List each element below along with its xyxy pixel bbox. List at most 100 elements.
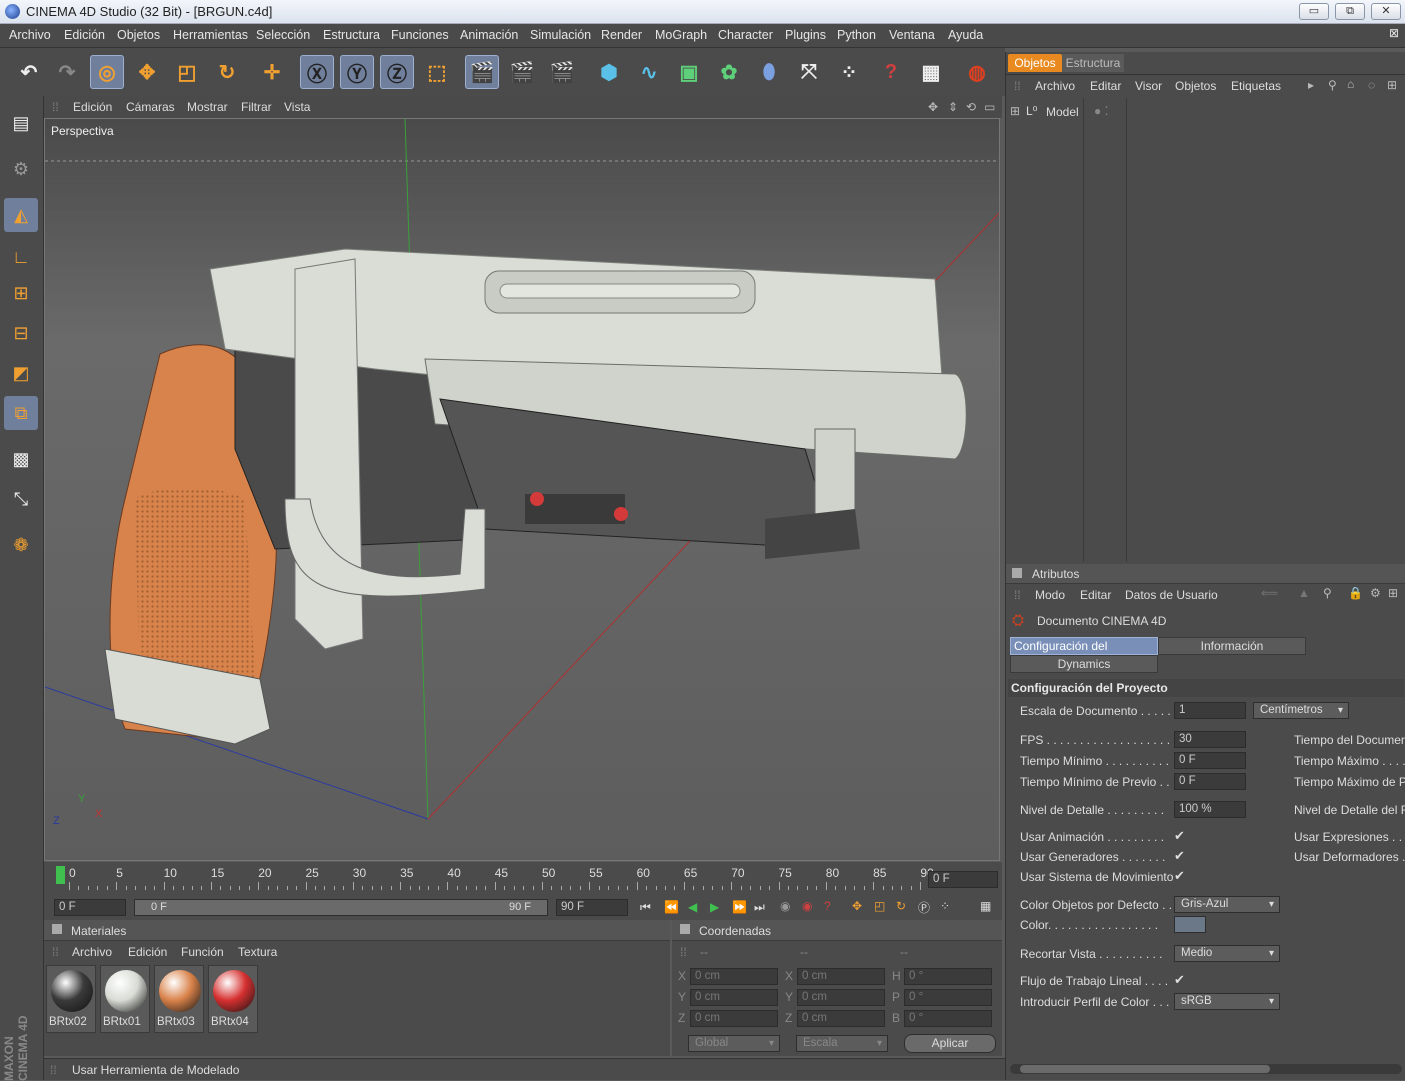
tab-configuracion[interactable]: Configuración del Proyecto xyxy=(1010,637,1158,669)
menu-edicion[interactable]: Edición xyxy=(64,28,105,42)
attr-menu-datos[interactable]: Datos de Usuario xyxy=(1125,588,1218,602)
polygons-mode-icon[interactable]: ◩ xyxy=(4,356,38,390)
scale-icon[interactable]: ◰ xyxy=(170,55,204,89)
key-pla-icon[interactable]: ⁘ xyxy=(940,899,950,913)
render-settings-icon[interactable]: 🎬 xyxy=(545,55,579,89)
tab-dynamics[interactable]: Dynamics xyxy=(1010,655,1158,673)
attr-settings-icon[interactable]: ⚙ xyxy=(1370,586,1381,600)
minimize-button[interactable]: ▭ xyxy=(1299,3,1329,20)
attributes-scroll-thumb[interactable] xyxy=(1020,1065,1270,1073)
deformer-icon[interactable]: ⬮ xyxy=(752,55,786,89)
linear-flow-checkbox[interactable]: ✔ xyxy=(1174,972,1185,988)
restore-button[interactable]: ⧉ xyxy=(1335,3,1365,20)
attr-lock-icon[interactable]: 🔒 xyxy=(1348,586,1363,600)
scale-unit-dropdown[interactable]: Centímetros xyxy=(1253,702,1349,719)
color-objects-dropdown[interactable]: Gris-Azul xyxy=(1174,896,1280,913)
live-selection-icon[interactable]: ◎ xyxy=(90,55,124,89)
tminp-field[interactable]: 0 F xyxy=(1174,773,1246,790)
coord-field[interactable]: 0 cm xyxy=(797,1010,885,1027)
keyframe-help-icon[interactable]: ? xyxy=(824,899,831,913)
prev-key-icon[interactable]: ⏪ xyxy=(664,900,679,914)
points-mode-icon[interactable]: ⊞ xyxy=(4,276,38,310)
uv-icon[interactable]: ⤡ xyxy=(4,482,38,516)
scale-field[interactable]: 1 xyxy=(1174,702,1246,719)
start-frame-field[interactable]: 0 F xyxy=(54,899,126,916)
layout-icon[interactable]: ▦ xyxy=(914,55,948,89)
nurbs-icon[interactable]: ▣ xyxy=(672,55,706,89)
mov-checkbox[interactable]: ✔ xyxy=(1174,868,1185,884)
vp-move-icon[interactable]: ✥ xyxy=(928,100,938,114)
tab-objetos[interactable]: Objetos xyxy=(1008,54,1062,72)
attr-back-icon[interactable]: ⟸ xyxy=(1261,586,1278,600)
axis-mode-icon[interactable]: ∟ xyxy=(4,240,38,274)
menu-ventana[interactable]: Ventana xyxy=(889,28,935,42)
obj-home-icon[interactable]: ⌂ xyxy=(1347,77,1354,91)
crop-dropdown[interactable]: Medio xyxy=(1174,945,1280,962)
help-pointer-icon[interactable]: ? xyxy=(874,55,908,89)
obj-menu-more-icon[interactable]: ▸ xyxy=(1308,78,1314,92)
goto-start-icon[interactable]: ⏮ xyxy=(640,900,651,915)
anim-checkbox[interactable]: ✔ xyxy=(1174,828,1185,844)
material-swatch-brtx04[interactable]: BRtx04 xyxy=(208,965,258,1033)
gen-checkbox[interactable]: ✔ xyxy=(1174,848,1185,864)
rotate-icon[interactable]: ↻ xyxy=(210,55,244,89)
menu-mograph[interactable]: MoGraph xyxy=(655,28,707,42)
obj-menu-visor[interactable]: Visor xyxy=(1135,79,1162,93)
checker-icon[interactable]: ▩ xyxy=(4,442,38,476)
recent-tool-icon[interactable]: ✛ xyxy=(255,55,289,89)
frame-range-slider[interactable]: 0 F 90 F xyxy=(134,899,548,916)
menu-plugins[interactable]: Plugins xyxy=(785,28,826,42)
coord-field[interactable]: 0 cm xyxy=(690,968,778,985)
material-swatch-brtx01[interactable]: BRtx01 xyxy=(100,965,150,1033)
obj-new-panel-icon[interactable]: ⊞ xyxy=(1387,78,1397,92)
menu-herramientas[interactable]: Herramientas xyxy=(173,28,248,42)
menu-ayuda[interactable]: Ayuda xyxy=(948,28,983,42)
spline-icon[interactable]: ∿ xyxy=(632,55,666,89)
vp-maximize-icon[interactable]: ▭ xyxy=(984,100,995,114)
coords-scale-dropdown[interactable]: Escala xyxy=(796,1035,888,1052)
attr-new-panel-icon[interactable]: ⊞ xyxy=(1388,586,1398,600)
render-picture-viewer-icon[interactable]: 🎬 xyxy=(505,55,539,89)
vp-menu-edicion[interactable]: Edición xyxy=(73,100,112,114)
coord-field[interactable]: 0 ° xyxy=(904,1010,992,1027)
vp-menu-vista[interactable]: Vista xyxy=(284,100,310,114)
redo-icon[interactable]: ↷ xyxy=(50,55,84,89)
menu-archivo[interactable]: Archivo xyxy=(9,28,51,42)
end-frame-field[interactable]: 90 F xyxy=(556,899,628,916)
mat-menu-archivo[interactable]: Archivo xyxy=(72,945,112,959)
attr-search-icon[interactable]: ⚲ xyxy=(1323,586,1332,600)
vp-rotate-icon[interactable]: ⟲ xyxy=(966,100,976,114)
menu-character[interactable]: Character xyxy=(718,28,773,42)
attributes-scrollbar[interactable] xyxy=(1010,1064,1402,1074)
close-button[interactable]: ✕ xyxy=(1371,3,1401,20)
play-back-icon[interactable]: ◀ xyxy=(688,900,697,914)
tmin-field[interactable]: 0 F xyxy=(1174,752,1246,769)
auto-key-icon[interactable]: ◉ xyxy=(802,899,812,913)
coord-field[interactable]: 0 ° xyxy=(904,989,992,1006)
menu-python[interactable]: Python xyxy=(837,28,876,42)
model-mode-icon[interactable]: ◭ xyxy=(4,198,38,232)
move-icon[interactable]: ✥ xyxy=(130,55,164,89)
goto-end-icon[interactable]: ⏭ xyxy=(754,900,765,915)
obj-eye-icon[interactable]: ◌ xyxy=(1368,78,1375,92)
x-axis-icon[interactable]: Ⓧ xyxy=(300,55,334,89)
menu-objetos[interactable]: Objetos xyxy=(117,28,160,42)
mat-menu-textura[interactable]: Textura xyxy=(238,945,277,959)
material-swatch-brtx02[interactable]: BRtx02 xyxy=(46,965,96,1033)
particle-icon[interactable]: ⁘ xyxy=(832,55,866,89)
key-scale-icon[interactable]: ◰ xyxy=(874,899,885,913)
menu-close-icon[interactable]: ⊠ xyxy=(1389,26,1399,40)
y-axis-icon[interactable]: Ⓨ xyxy=(340,55,374,89)
object-model-row[interactable]: ⊞ L⁰ Model ● ⁚ xyxy=(1010,104,1170,122)
attr-up-icon[interactable]: ▲ xyxy=(1298,586,1310,600)
record-keys-icon[interactable]: ◉ xyxy=(780,899,790,913)
array-icon[interactable]: ✿ xyxy=(712,55,746,89)
coord-field[interactable]: 0 cm xyxy=(690,989,778,1006)
menu-simulacion[interactable]: Simulación xyxy=(530,28,591,42)
z-axis-icon[interactable]: Ⓩ xyxy=(380,55,414,89)
expand-icon[interactable]: ⊞ xyxy=(1010,104,1020,118)
fps-field[interactable]: 30 xyxy=(1174,731,1246,748)
color-profile-dropdown[interactable]: sRGB xyxy=(1174,993,1280,1010)
play-icon[interactable]: ▶ xyxy=(710,900,719,914)
sphere-render-icon[interactable]: ◍ xyxy=(960,55,994,89)
